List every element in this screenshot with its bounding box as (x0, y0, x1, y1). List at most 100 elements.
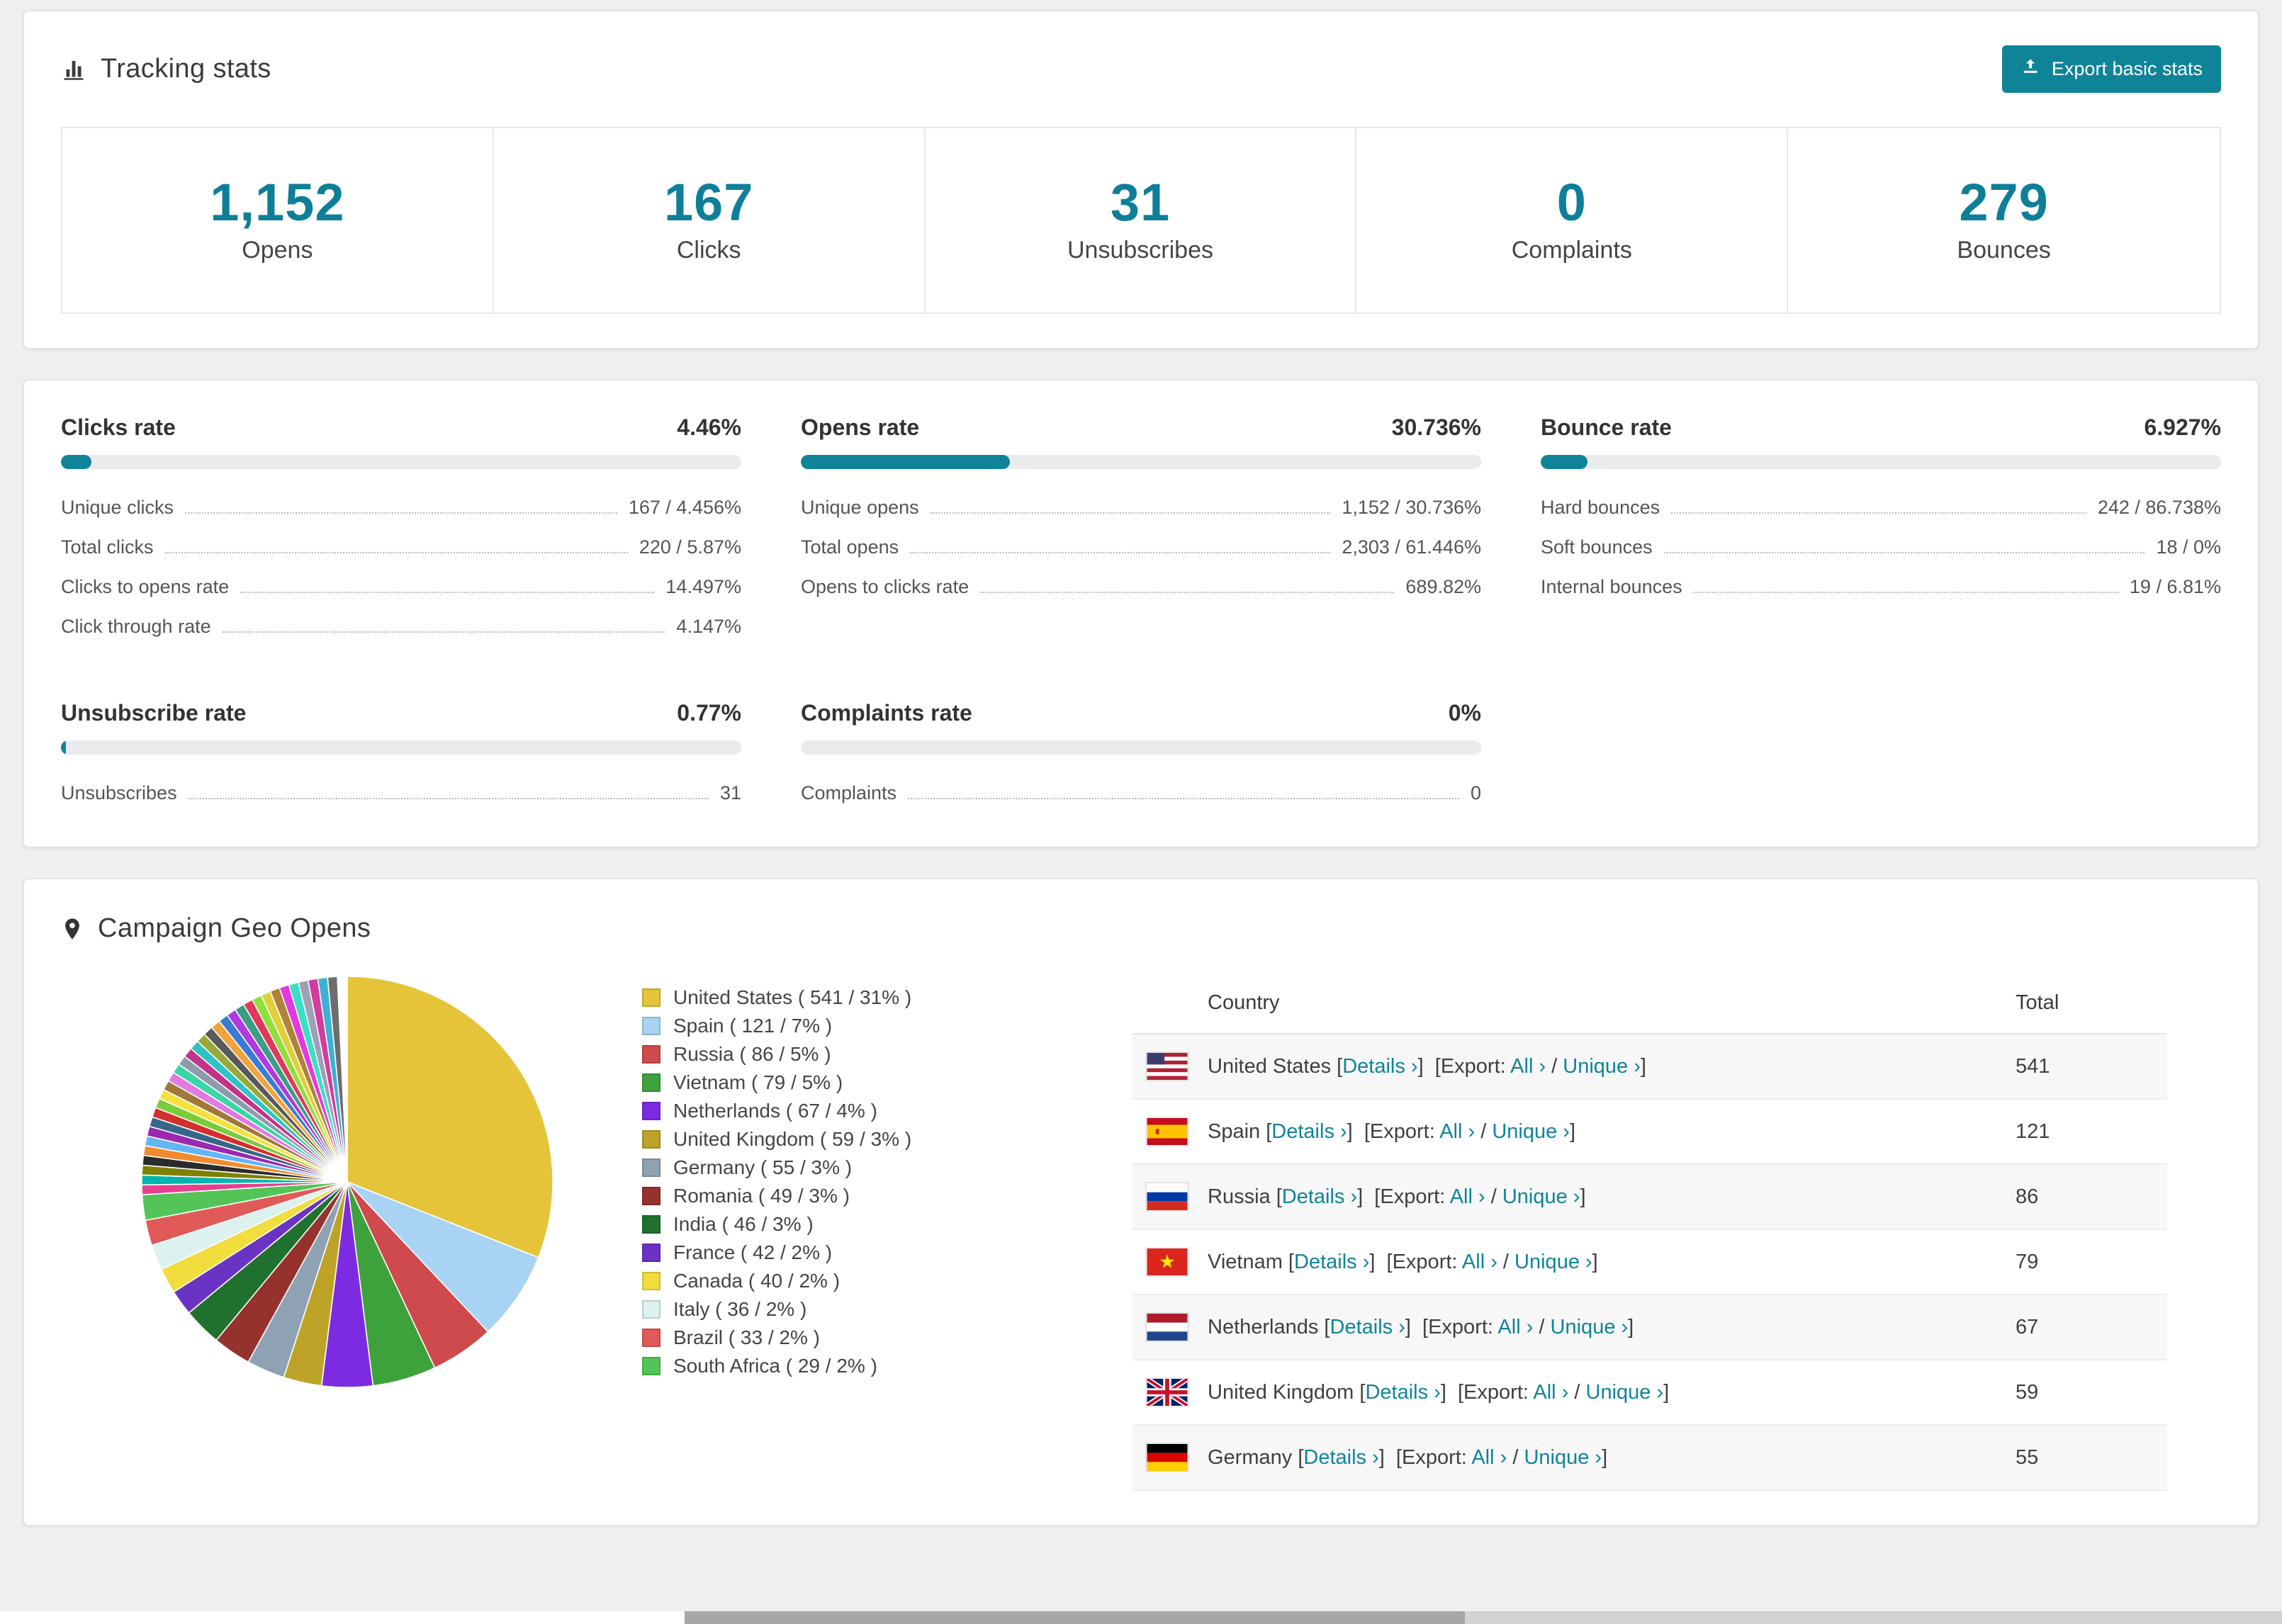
export-unique-link[interactable]: Unique › (1514, 1251, 1592, 1273)
details-link[interactable]: Details › (1282, 1185, 1357, 1208)
tracking-stats-title: Tracking stats (61, 54, 271, 84)
rate-percent: 0% (1448, 700, 1481, 726)
legend-swatch (642, 1272, 661, 1291)
export-all-link[interactable]: All › (1497, 1316, 1533, 1338)
rate-row: Soft bounces 18 / 0% (1541, 527, 2221, 567)
rate-percent: 30.736% (1391, 415, 1481, 441)
dotted-leader (164, 552, 628, 554)
rates-card: Clicks rate 4.46% Unique clicks 167 / 4.456… (23, 379, 2259, 849)
export-unique-link[interactable]: Unique › (1586, 1381, 1664, 1404)
export-all-link[interactable]: All › (1439, 1120, 1475, 1143)
scrollbar-track[interactable] (1465, 1611, 2282, 1624)
export-icon (2020, 57, 2040, 81)
export-unique-link[interactable]: Unique › (1502, 1185, 1580, 1208)
country-header: Country (1208, 991, 1280, 1014)
country-name: Netherlands (1208, 1315, 1319, 1338)
details-link[interactable]: Details › (1330, 1316, 1405, 1338)
export-unique-link[interactable]: Unique › (1551, 1316, 1629, 1338)
stat-cell-bounces: 279 Bounces (1788, 128, 2220, 313)
details-link[interactable]: Details › (1303, 1446, 1378, 1469)
geo-table-body: United States [Details ›] [Export: All ›… (1132, 1034, 2167, 1492)
details-link[interactable]: Details › (1342, 1055, 1417, 1078)
us-flag-icon (1145, 1051, 1189, 1082)
map-pin-icon (61, 914, 84, 944)
legend-label: Canada ( 40 / 2% ) (673, 1270, 841, 1292)
export-all-link[interactable]: All › (1450, 1185, 1485, 1208)
rate-row-value: 19 / 6.81% (2129, 575, 2221, 597)
nl-flag-icon (1145, 1312, 1189, 1343)
stat-value: 279 (1959, 173, 2049, 232)
progress-bar (61, 740, 741, 755)
scrollbar-thumb[interactable] (685, 1611, 1466, 1624)
rate-block: Complaints rate 0% Complaints 0 (801, 700, 1481, 813)
country-total: 79 (2016, 1250, 2039, 1273)
rate-row-value: 0 (1470, 782, 1481, 803)
rate-row: Internal bounces 19 / 6.81% (1541, 567, 2221, 607)
legend-swatch (642, 1158, 661, 1178)
legend-swatch (642, 988, 661, 1008)
country-name: Vietnam (1208, 1250, 1283, 1273)
details-link[interactable]: Details › (1294, 1251, 1369, 1273)
rate-row: Unsubscribes 31 (61, 773, 741, 813)
country-cell: Vietnam [Details ›] [Export: All › / Uni… (1145, 1247, 2016, 1278)
rate-title: Clicks rate (61, 415, 176, 441)
export-all-link[interactable]: All › (1510, 1055, 1546, 1078)
rate-percent: 6.927% (2144, 415, 2221, 441)
country-links: [Details ›] [Export: All › / Unique ›] (1270, 1185, 1586, 1208)
rate-row: Clicks to opens rate 14.497% (61, 567, 741, 607)
export-all-link[interactable]: All › (1462, 1251, 1497, 1273)
country-cell: Russia [Details ›] [Export: All › / Uniq… (1145, 1182, 2016, 1212)
vn-flag-icon (1145, 1247, 1189, 1278)
rate-title: Complaints rate (801, 700, 972, 726)
legend-item: Germany ( 55 / 3% ) (642, 1156, 1039, 1179)
legend-swatch (642, 1300, 661, 1319)
dotted-leader (188, 798, 709, 800)
geo-pie-chart (137, 972, 557, 1392)
rate-title: Unsubscribe rate (61, 700, 247, 726)
progress-bar (801, 455, 1481, 470)
stat-cell-unsubscribes: 31 Unsubscribes (925, 128, 1357, 313)
details-link[interactable]: Details › (1271, 1120, 1347, 1143)
rate-row-label: Clicks to opens rate (61, 575, 230, 597)
legend-item: United Kingdom ( 59 / 3% ) (642, 1128, 1039, 1151)
rate-block: Unsubscribe rate 0.77% Unsubscribes 31 (61, 700, 741, 813)
rate-row-value: 220 / 5.87% (639, 536, 741, 558)
country-name: Russia (1208, 1185, 1271, 1208)
legend-item: Canada ( 40 / 2% ) (642, 1270, 1039, 1292)
legend-label: Romania ( 49 / 3% ) (673, 1185, 850, 1207)
rate-percent: 0.77% (677, 700, 741, 726)
stat-label: Clicks (676, 237, 741, 264)
legend-label: South Africa ( 29 / 2% ) (673, 1355, 877, 1377)
export-all-link[interactable]: All › (1471, 1446, 1507, 1469)
table-row: Russia [Details ›] [Export: All › / Uniq… (1132, 1165, 2167, 1231)
dotted-leader (980, 592, 1395, 594)
rate-row: Complaints 0 (801, 773, 1481, 813)
rate-row-label: Unsubscribes (61, 782, 177, 803)
country-total: 121 (2016, 1120, 2050, 1143)
details-link[interactable]: Details › (1365, 1381, 1440, 1404)
export-all-link[interactable]: All › (1533, 1381, 1568, 1404)
rate-row-value: 2,303 / 61.446% (1342, 536, 1481, 558)
stat-label: Opens (242, 237, 313, 264)
dotted-leader (908, 798, 1459, 800)
stat-value: 1,152 (210, 173, 345, 232)
export-basic-stats-button[interactable]: Export basic stats (2001, 45, 2221, 93)
rate-row-value: 4.147% (676, 615, 741, 637)
legend-item: Italy ( 36 / 2% ) (642, 1298, 1039, 1321)
dotted-leader (185, 512, 617, 514)
legend-label: Spain ( 121 / 7% ) (673, 1015, 833, 1037)
export-unique-link[interactable]: Unique › (1524, 1446, 1602, 1469)
geo-header: Campaign Geo Opens (61, 913, 2221, 944)
viewport: Tracking stats Export basic stats 1,152 O… (0, 0, 2282, 1624)
export-unique-link[interactable]: Unique › (1492, 1120, 1570, 1143)
tracking-stats-title-text: Tracking stats (101, 54, 271, 84)
export-unique-link[interactable]: Unique › (1563, 1055, 1641, 1078)
progress-bar (1541, 455, 2221, 470)
stat-value: 167 (663, 173, 754, 232)
country-total: 59 (2016, 1380, 2039, 1404)
country-links: [Details ›] [Export: All › / Unique ›] (1331, 1054, 1646, 1078)
country-links: [Details ›] [Export: All › / Unique ›] (1354, 1380, 1670, 1404)
legend-swatch (642, 1187, 661, 1206)
rate-row-label: Opens to clicks rate (801, 575, 969, 597)
rate-block: Opens rate 30.736% Unique opens 1,152 / 30.… (801, 415, 1481, 646)
